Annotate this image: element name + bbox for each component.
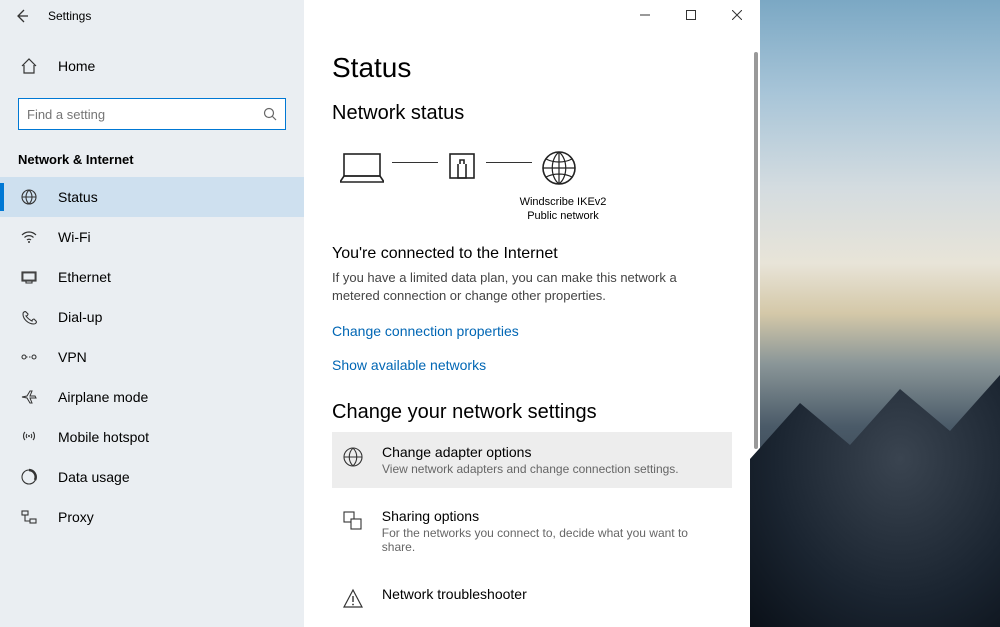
section-network-status: Network status: [332, 102, 732, 125]
close-button[interactable]: [714, 0, 760, 30]
window-title: Settings: [48, 9, 91, 23]
status-heading: You're connected to the Internet: [332, 245, 732, 263]
status-icon: [18, 188, 40, 206]
adapter-options-icon: [342, 446, 368, 468]
link-show-available-networks[interactable]: Show available networks: [332, 357, 732, 373]
wifi-icon: [18, 228, 40, 246]
network-type: Public network: [394, 209, 732, 223]
category-heading: Network & Internet: [18, 152, 286, 167]
adapter-icon: [446, 150, 478, 186]
nav-label: Wi-Fi: [58, 229, 91, 245]
network-diagram: [340, 149, 732, 187]
vpn-icon: [18, 348, 40, 366]
titlebar: Settings: [0, 0, 304, 32]
ethernet-icon: [18, 268, 40, 286]
option-desc: View network adapters and change connect…: [382, 462, 679, 476]
option-desc: For the networks you connect to, decide …: [382, 526, 722, 554]
minimize-button[interactable]: [622, 0, 668, 30]
option-title: Sharing options: [382, 508, 722, 524]
nav-label: Ethernet: [58, 269, 111, 285]
troubleshooter-icon: [342, 588, 368, 610]
page-title: Status: [332, 52, 732, 84]
settings-window: Settings Home Network & Internet Status: [0, 0, 760, 627]
airplane-icon: [18, 388, 40, 406]
maximize-button[interactable]: [668, 0, 714, 30]
diagram-line: [392, 162, 438, 163]
globe-icon: [540, 149, 578, 187]
nav-label: Data usage: [58, 469, 130, 485]
datausage-icon: [18, 468, 40, 486]
diagram-label: Windscribe IKEv2 Public network: [394, 195, 732, 223]
sidebar-item-airplane[interactable]: Airplane mode: [0, 377, 304, 417]
search-icon: [263, 107, 277, 121]
nav-label: VPN: [58, 349, 87, 365]
sidebar-item-datausage[interactable]: Data usage: [0, 457, 304, 497]
option-title: Change adapter options: [382, 444, 679, 460]
option-title: Network troubleshooter: [382, 586, 527, 602]
hotspot-icon: [18, 428, 40, 446]
nav-label: Mobile hotspot: [58, 429, 149, 445]
option-troubleshooter[interactable]: Network troubleshooter: [332, 574, 732, 622]
search-input[interactable]: [27, 107, 263, 122]
computer-icon: [340, 150, 384, 186]
home-link[interactable]: Home: [0, 46, 304, 86]
section-change-settings: Change your network settings: [332, 401, 732, 424]
back-button[interactable]: [6, 0, 38, 32]
sharing-icon: [342, 510, 368, 532]
sidebar-item-status[interactable]: Status: [0, 177, 304, 217]
proxy-icon: [18, 508, 40, 526]
sidebar-item-proxy[interactable]: Proxy: [0, 497, 304, 537]
search-box[interactable]: [18, 98, 286, 130]
dialup-icon: [18, 308, 40, 326]
sidebar: Settings Home Network & Internet Status: [0, 0, 304, 627]
nav-label: Dial-up: [58, 309, 102, 325]
window-controls: [622, 0, 760, 30]
sidebar-item-dialup[interactable]: Dial-up: [0, 297, 304, 337]
nav-label: Airplane mode: [58, 389, 148, 405]
status-description: If you have a limited data plan, you can…: [332, 269, 712, 305]
home-icon: [18, 57, 40, 75]
link-change-connection-properties[interactable]: Change connection properties: [332, 323, 732, 339]
scrollbar-thumb[interactable]: [754, 52, 758, 449]
diagram-line: [486, 162, 532, 163]
home-label: Home: [58, 58, 95, 74]
sidebar-item-vpn[interactable]: VPN: [0, 337, 304, 377]
nav-label: Status: [58, 189, 98, 205]
nav-label: Proxy: [58, 509, 94, 525]
content-pane: Status Network status Windscribe IKEv2 P…: [304, 0, 760, 627]
nav-list: Status Wi-Fi Ethernet Dial-up: [0, 177, 304, 537]
sidebar-item-hotspot[interactable]: Mobile hotspot: [0, 417, 304, 457]
sidebar-item-ethernet[interactable]: Ethernet: [0, 257, 304, 297]
option-sharing[interactable]: Sharing options For the networks you con…: [332, 496, 732, 566]
sidebar-item-wifi[interactable]: Wi-Fi: [0, 217, 304, 257]
scrollbar[interactable]: [754, 52, 758, 619]
adapter-name: Windscribe IKEv2: [394, 195, 732, 209]
option-change-adapter[interactable]: Change adapter options View network adap…: [332, 432, 732, 488]
